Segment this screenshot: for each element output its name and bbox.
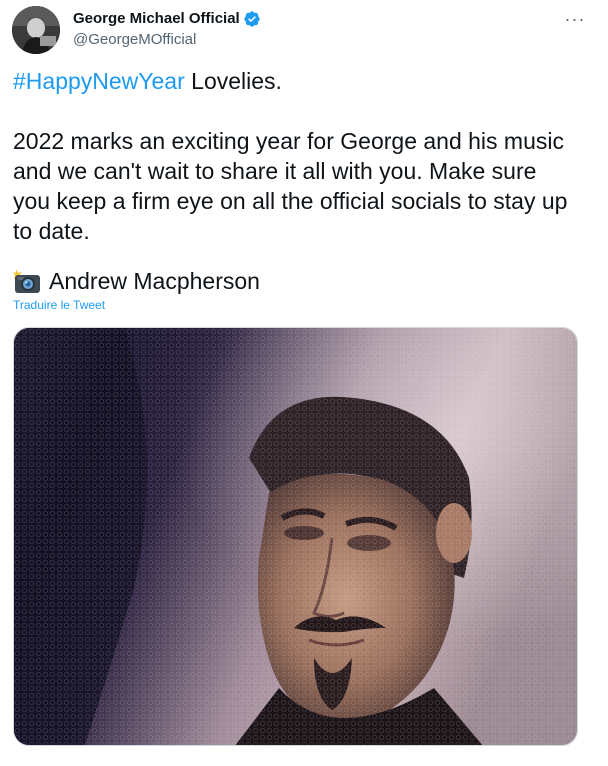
tweet-line: and we can't wait to share it all with y… [13, 158, 537, 184]
tweet-card[interactable]: George Michael Official @GeorgeMOfficial… [0, 0, 608, 766]
more-options-icon[interactable]: ··· [562, 8, 588, 30]
display-name[interactable]: George Michael Official [73, 10, 240, 28]
hashtag-link[interactable]: #HappyNewYear [13, 68, 185, 94]
tweet-line: to date. [13, 218, 90, 244]
photo-credit: Andrew Macpherson [49, 268, 260, 294]
user-handle[interactable]: @GeorgeMOfficial [73, 31, 261, 49]
translate-tweet-link[interactable]: Traduire le Tweet [13, 298, 105, 312]
verified-badge-icon [243, 10, 261, 28]
tweet-line: you keep a firm eye on all the official … [13, 188, 568, 214]
tweet-photo[interactable] [13, 327, 578, 746]
profile-avatar[interactable] [12, 6, 60, 54]
camera-flash-icon [13, 268, 41, 294]
tweet-line: 2022 marks an exciting year for George a… [13, 128, 564, 154]
greeting-text: Lovelies. [184, 68, 282, 94]
tweet-text: #HappyNewYear Lovelies. 2022 marks an ex… [13, 66, 588, 296]
tweet-header: George Michael Official @GeorgeMOfficial… [12, 6, 596, 58]
